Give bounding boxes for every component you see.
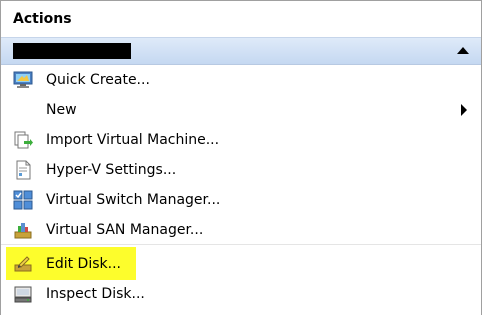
redacted-server-name bbox=[13, 43, 131, 59]
actions-pane-header: Actions bbox=[1, 1, 481, 38]
edit-disk-icon bbox=[13, 254, 33, 274]
submenu-arrow-icon bbox=[461, 104, 467, 116]
menu-item-label: Hyper-V Settings... bbox=[46, 162, 177, 178]
collapse-up-arrow-icon[interactable] bbox=[457, 47, 469, 54]
menu-item-new[interactable]: New bbox=[1, 95, 481, 125]
menu-item-edit-disk[interactable]: Edit Disk... bbox=[1, 249, 481, 279]
menu-item-hyper-v-settings[interactable]: Hyper-V Settings... bbox=[1, 155, 481, 185]
menu-item-virtual-switch-manager[interactable]: Virtual Switch Manager... bbox=[1, 185, 481, 215]
import-vm-icon bbox=[13, 130, 33, 150]
actions-pane: Actions Quick Create... New Import Virtu… bbox=[0, 0, 482, 315]
menu-item-inspect-disk[interactable]: Inspect Disk... bbox=[1, 279, 481, 309]
menu-divider bbox=[1, 244, 481, 245]
menu-item-label: Import Virtual Machine... bbox=[46, 132, 220, 148]
server-group-header[interactable] bbox=[1, 37, 481, 65]
san-manager-icon bbox=[13, 220, 33, 240]
menu-item-label: New bbox=[46, 102, 77, 118]
menu-item-label: Virtual Switch Manager... bbox=[46, 192, 221, 208]
menu-item-label: Edit Disk... bbox=[46, 256, 121, 272]
menu-item-virtual-san-manager[interactable]: Virtual SAN Manager... bbox=[1, 215, 481, 245]
menu-item-label: Inspect Disk... bbox=[46, 286, 145, 302]
menu-item-import-virtual-machine[interactable]: Import Virtual Machine... bbox=[1, 125, 481, 155]
switch-manager-icon bbox=[13, 190, 33, 210]
menu-item-label: Quick Create... bbox=[46, 72, 150, 88]
inspect-disk-icon bbox=[13, 284, 33, 304]
settings-document-icon bbox=[13, 160, 33, 180]
menu-item-label: Virtual SAN Manager... bbox=[46, 222, 204, 238]
pane-title: Actions bbox=[13, 11, 72, 27]
menu-item-quick-create[interactable]: Quick Create... bbox=[1, 65, 481, 95]
quick-create-icon bbox=[13, 70, 33, 90]
